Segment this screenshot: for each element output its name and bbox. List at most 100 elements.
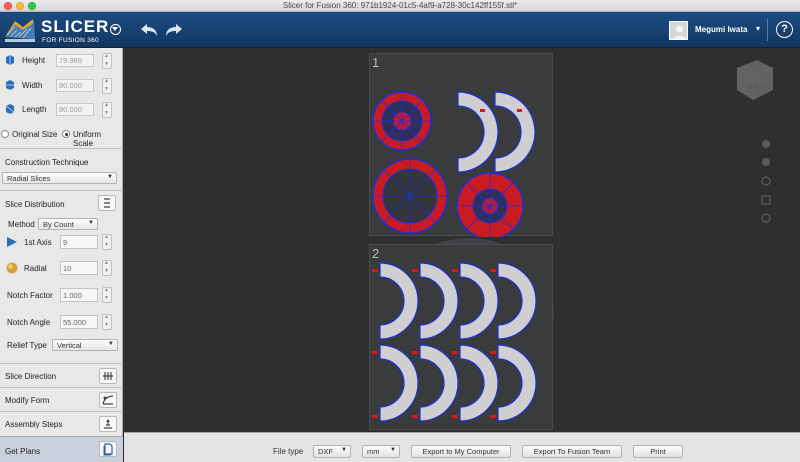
nav-assembly-steps-label: Assembly Steps [5,420,63,429]
file-type-value: DXF [318,447,333,456]
construction-title: Construction Technique [5,158,89,167]
nav-assembly-steps[interactable]: Assembly Steps [0,411,123,435]
length-input[interactable] [56,103,94,116]
assembly-steps-button[interactable] [99,416,117,432]
uniform-scale-label[interactable]: Uniform Scale [73,130,122,148]
original-size-label[interactable]: Original Size [12,130,57,139]
nav-modify-form[interactable]: Modify Form [0,387,123,411]
method-value: By Count [43,220,74,229]
export-computer-button[interactable]: Export to My Computer [411,445,511,458]
print-button[interactable]: Print [633,445,683,458]
sidebar-divider [0,190,123,191]
relief-type-value: Vertical [57,341,82,350]
file-type-label: File type [273,447,304,456]
length-cube-icon [5,104,15,114]
sheet-number: 2 [372,246,380,261]
app-menu-button[interactable] [110,24,121,35]
notch-factor-input[interactable] [60,288,98,302]
nav-modify-form-label: Modify Form [5,396,50,405]
sheet-number: 1 [372,55,380,70]
user-name[interactable]: Megumi Iwata [695,25,747,34]
pan-icon [762,140,770,148]
axis-stepper[interactable] [102,234,112,250]
get-plans-button[interactable] [99,441,117,457]
sheet-2-parts [372,262,537,422]
look-icon [761,213,771,223]
original-size-radio[interactable] [1,130,9,138]
plan-sheet-2[interactable]: 2 [369,244,553,430]
width-cube-icon [6,80,14,90]
modify-form-button[interactable] [99,392,117,408]
axis-arrow-icon [7,237,17,247]
fit-icon [761,195,771,205]
list-icon [104,198,110,208]
orbit-icon [762,158,770,166]
viewcube[interactable] [733,58,775,104]
sheet-1-parts [372,91,536,240]
length-stepper[interactable] [102,102,112,118]
notch-angle-input[interactable] [60,315,98,329]
chevron-down-icon: ▼ [107,174,113,180]
notch-angle-stepper[interactable] [102,314,112,330]
method-select[interactable]: By Count ▼ [38,218,98,230]
units-select[interactable]: mm ▼ [362,445,400,458]
plan-sheet-1[interactable]: 1 [369,53,553,240]
viewport-canvas[interactable]: 1 2 BACK [124,48,800,432]
construction-select[interactable]: Radial Slices ▼ [2,172,117,184]
help-button[interactable]: ? [776,21,793,38]
sidebar: Height Width Length Original Size Unifor… [0,48,123,462]
header-divider [767,19,768,41]
file-type-select[interactable]: DXF ▼ [313,445,351,458]
height-input[interactable] [56,54,94,67]
width-input[interactable] [56,79,94,92]
navigation-toolbar[interactable] [760,138,772,228]
user-menu-caret-icon[interactable]: ▾ [756,24,760,33]
slice-direction-button[interactable] [99,368,117,384]
distribution-title: Slice Distribution [5,200,65,209]
uniform-scale-radio[interactable] [62,130,70,138]
width-stepper[interactable] [102,78,112,94]
undo-icon[interactable] [138,23,160,37]
axis-label: 1st Axis [24,238,52,247]
radial-stepper[interactable] [102,260,112,276]
slice-direction-icon [103,372,113,380]
radial-sphere-icon [6,262,18,274]
slicer-logo-icon [5,19,35,42]
width-label: Width [22,81,43,90]
avatar[interactable] [669,21,688,40]
radial-input[interactable] [60,261,98,275]
window-titlebar: Slicer for Fusion 360: 971b1924-01c5-4af… [0,0,800,12]
export-fusion-team-button[interactable]: Export To Fusion Team [522,445,622,458]
construction-value: Radial Slices [7,174,51,183]
nav-slice-direction[interactable]: Slice Direction [0,363,123,387]
nav-get-plans[interactable]: Get Plans [0,436,123,462]
export-bar: File type DXF ▼ mm ▼ Export to My Comput… [124,432,800,462]
height-label: Height [22,56,46,65]
assembly-steps-icon [104,419,112,429]
relief-type-label: Relief Type [7,341,47,350]
notch-angle-label: Notch Angle [7,318,51,327]
relief-type-select[interactable]: Vertical ▼ [52,339,118,351]
height-cube-icon [6,55,14,65]
chevron-down-icon [112,26,118,31]
window-title: Slicer for Fusion 360: 971b1924-01c5-4af… [282,1,518,10]
nav-get-plans-label: Get Plans [5,447,41,456]
distribution-options-button[interactable] [98,195,116,211]
document-icon [103,443,113,456]
units-value: mm [367,447,380,456]
brand-subtitle: FOR FUSION 360 [42,37,99,44]
modify-form-icon [102,395,114,405]
radial-label: Radial [24,264,47,273]
chevron-down-icon: ▼ [108,341,114,347]
user-silhouette-icon [672,25,687,39]
length-label: Length [22,105,47,114]
zoom-icon [761,176,771,186]
chevron-down-icon: ▼ [341,447,347,453]
height-stepper[interactable] [102,53,112,69]
method-label: Method [8,220,35,229]
axis-input[interactable] [60,235,98,249]
chevron-down-icon: ▼ [390,447,396,453]
redo-icon[interactable] [163,23,185,37]
nav-slice-direction-label: Slice Direction [5,372,57,381]
notch-factor-stepper[interactable] [102,287,112,303]
